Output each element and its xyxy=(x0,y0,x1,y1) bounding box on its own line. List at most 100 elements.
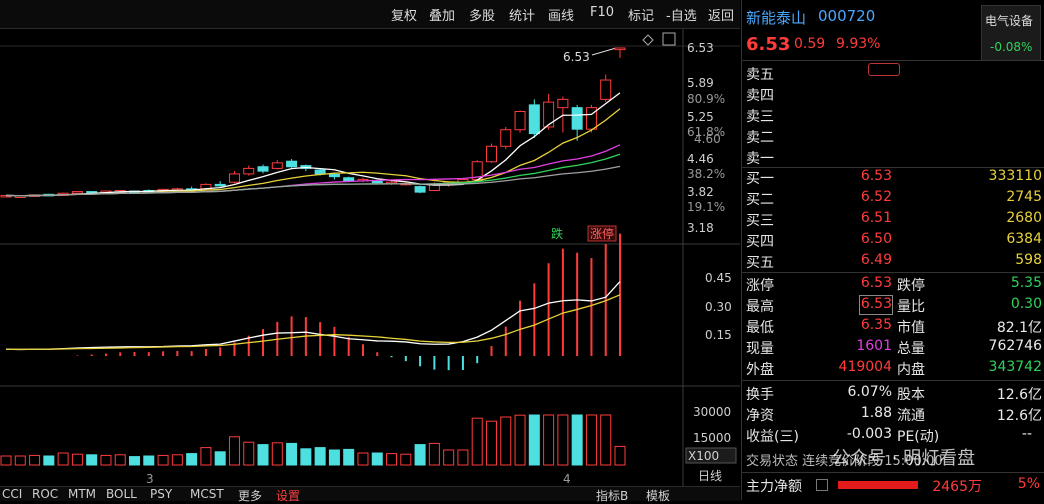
volume-bar xyxy=(614,445,626,466)
toolbar-restore-rights[interactable]: 复权 xyxy=(391,5,417,24)
tab-mcst[interactable]: MCST xyxy=(190,487,224,501)
price-change: 0.59 xyxy=(794,36,826,52)
toolbar-draw-line[interactable]: 画线 xyxy=(548,5,574,24)
price-axis-label: 3.82 xyxy=(687,185,714,199)
pe-value: -- xyxy=(1021,426,1032,442)
candle-body[interactable] xyxy=(528,104,540,135)
divider xyxy=(742,60,1044,61)
volume-bar xyxy=(500,416,512,466)
limit-up-signal: 涨停 xyxy=(590,226,614,241)
toolbar-mark[interactable]: 标记 xyxy=(628,5,654,24)
indicator-slow-line xyxy=(5,294,621,351)
x-tick-label: 3 xyxy=(146,472,154,486)
buy-level-price: 6.49 xyxy=(860,252,892,268)
tab-boll[interactable]: BOLL xyxy=(106,487,137,501)
net-asset-label: 净资 xyxy=(746,408,774,424)
tab-psy[interactable]: PSY xyxy=(150,487,172,501)
tab-roc[interactable]: ROC xyxy=(32,487,58,501)
share-capital-value: 12.6亿 xyxy=(996,387,1042,403)
pct-axis-label: 19.1% xyxy=(687,200,725,214)
volume-bar xyxy=(43,455,55,466)
candle-body[interactable] xyxy=(314,169,326,175)
volume-bar xyxy=(485,420,497,466)
candle-body[interactable] xyxy=(571,107,583,130)
chart-settings-icon[interactable] xyxy=(642,34,654,46)
sell-level-label: 卖二 xyxy=(746,130,774,146)
indicator-fast-line xyxy=(5,281,621,351)
volume-bar xyxy=(471,417,483,466)
indicator-axis-label: 0.45 xyxy=(705,271,732,285)
stock-code: 000720 xyxy=(818,7,876,25)
candle-body[interactable] xyxy=(286,160,298,168)
candle-body[interactable] xyxy=(328,173,340,178)
ma10-line xyxy=(5,108,621,197)
tab-template[interactable]: 模板 xyxy=(646,487,670,504)
volume-bar xyxy=(414,444,426,466)
stock-name: 新能泰山 xyxy=(746,9,807,27)
sell-level-label: 卖一 xyxy=(746,151,774,167)
ma5-line xyxy=(5,92,621,197)
volume-bar xyxy=(286,442,298,466)
candle-body[interactable] xyxy=(214,183,226,187)
volume-bar xyxy=(386,453,398,466)
sector-box[interactable]: 电气设备 -0.08% xyxy=(981,5,1041,61)
tab-more[interactable]: 更多 xyxy=(238,487,262,504)
buy-level-label: 买五 xyxy=(746,255,774,271)
buy-level-label: 买二 xyxy=(746,192,774,208)
tab-mtm[interactable]: MTM xyxy=(68,487,96,501)
pct-axis-label: 38.2% xyxy=(687,167,725,181)
buy-level-volume: 2680 xyxy=(1006,210,1042,226)
kline-chart[interactable]: 6.53 5.89 80.9% 5.25 61.8% 4.60 4.46 38.… xyxy=(0,28,740,486)
volume-bar xyxy=(257,444,269,466)
sector-name: 电气设备 xyxy=(985,14,1034,28)
toolbar-stats[interactable]: 统计 xyxy=(509,5,535,24)
collapse-toggle-icon[interactable] xyxy=(868,63,900,76)
volume-bar xyxy=(86,454,98,466)
candle-body[interactable] xyxy=(557,98,569,109)
candle-body[interactable] xyxy=(543,101,555,128)
chart-expand-icon[interactable] xyxy=(662,32,676,46)
tab-cci[interactable]: CCI xyxy=(2,487,22,501)
candle-body[interactable] xyxy=(271,162,283,169)
volume-bar xyxy=(543,414,555,466)
indicator-axis-label: 0.30 xyxy=(705,300,732,314)
candle-body[interactable] xyxy=(514,111,526,131)
volume-bar xyxy=(514,414,526,466)
candle-body[interactable] xyxy=(257,166,269,172)
candle-body[interactable] xyxy=(414,186,426,193)
candle-body[interactable] xyxy=(500,129,512,147)
volume-bar xyxy=(528,414,540,466)
toolbar-f10[interactable]: F10 xyxy=(590,5,614,20)
ma60-line xyxy=(5,165,621,197)
toolbar-multi-stock[interactable]: 多股 xyxy=(469,5,495,24)
volume-bar xyxy=(243,441,255,466)
toolbar-watchlist[interactable]: -自选 xyxy=(666,5,697,24)
candle-body[interactable] xyxy=(371,180,383,184)
candle-body[interactable] xyxy=(71,191,83,194)
candle-body[interactable] xyxy=(228,173,240,183)
day-line-label[interactable]: 日线 xyxy=(698,469,722,483)
toolbar-back[interactable]: 返回 xyxy=(708,5,734,24)
tab-indicator-b[interactable]: 指标B xyxy=(596,487,628,504)
total-volume-value: 762746 xyxy=(988,338,1042,354)
toolbar-overlay[interactable]: 叠加 xyxy=(429,5,455,24)
candle-body[interactable] xyxy=(343,177,355,182)
sector-change: -0.08% xyxy=(990,40,1033,54)
main-flow-icon[interactable] xyxy=(816,479,828,491)
high-value: 6.53 xyxy=(860,296,892,312)
candle-body[interactable] xyxy=(614,47,626,51)
candle-body[interactable] xyxy=(485,145,497,163)
volume-bar xyxy=(14,455,26,466)
buy-level-label: 买一 xyxy=(746,171,774,187)
candle-body[interactable] xyxy=(585,107,597,130)
volume-bar xyxy=(557,414,569,466)
high-price-marker: 6.53 xyxy=(563,50,590,64)
tab-settings[interactable]: 设置 xyxy=(276,487,300,504)
candle-body[interactable] xyxy=(428,184,440,191)
volume-bar xyxy=(114,454,126,466)
turnover-label: 换手 xyxy=(746,387,774,403)
candle-body[interactable] xyxy=(600,79,612,100)
candle-body[interactable] xyxy=(243,167,255,175)
volume-bar xyxy=(129,456,141,466)
volume-axis-label: 30000 xyxy=(693,405,731,419)
